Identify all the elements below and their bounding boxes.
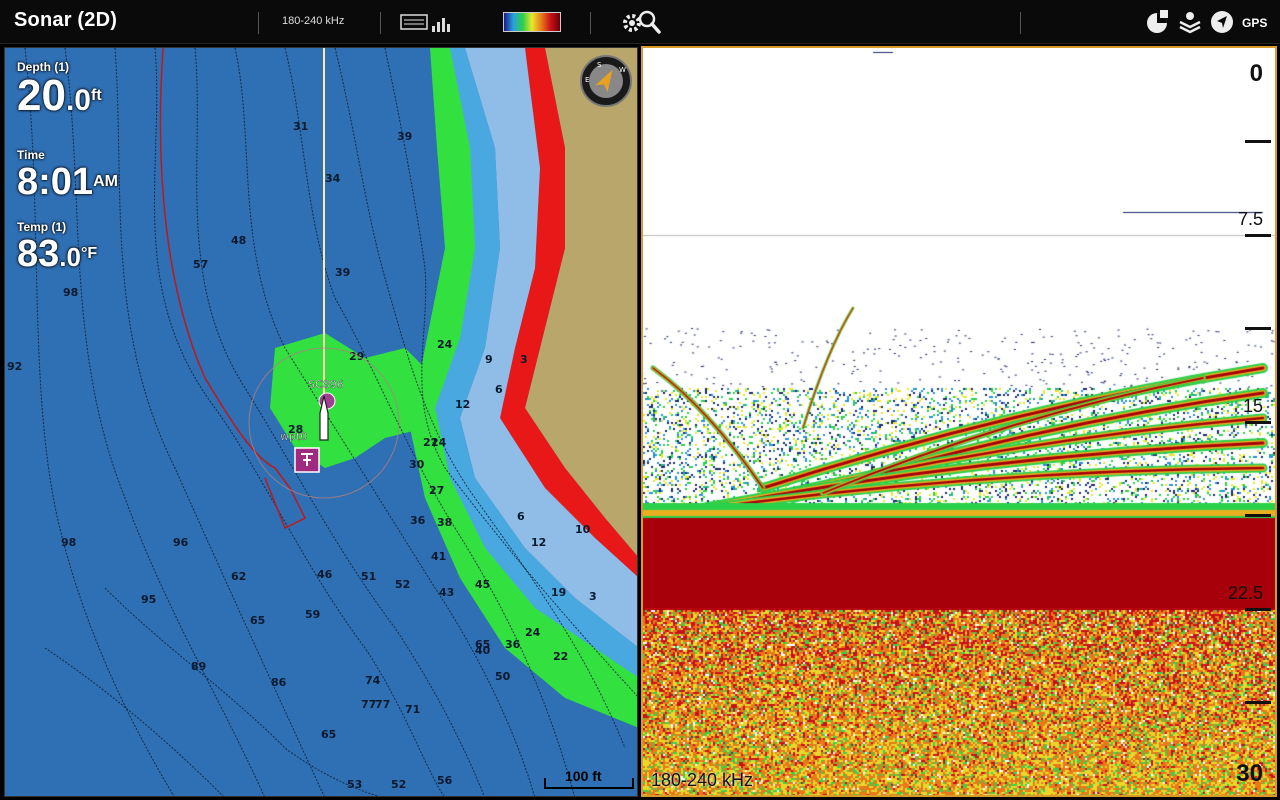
depth-contour-label: 52 — [391, 778, 406, 791]
depth-contour-label: 98 — [63, 286, 78, 299]
depth-scale-22-5: 22.5 — [1227, 583, 1263, 603]
depth-contour-label: 43 — [439, 586, 454, 599]
depth-contour-label: 53 — [347, 778, 362, 791]
scale-label: 100 ft — [565, 768, 602, 784]
depth-scale-30: 30 — [1236, 760, 1263, 787]
top-bar: Sonar (2D) 180-240 kHz GPS — [0, 0, 1280, 44]
depth-contour-label: 31 — [293, 120, 308, 133]
depth-readout: Depth (1) 20.0ft — [17, 60, 102, 123]
depth-contour-label: 39 — [335, 266, 350, 279]
depth-contour-label: 34 — [325, 172, 341, 185]
depth-contour-label: 3 — [520, 353, 528, 366]
depth-contour-label: 71 — [405, 703, 420, 716]
depth-tick — [1245, 421, 1271, 424]
time-value: 8:01AM — [17, 161, 118, 203]
depth-contour-label: 24 — [437, 338, 453, 351]
depth-contour-label: 40 — [475, 644, 491, 657]
depth-tick — [1245, 234, 1271, 237]
depth-contour-label: 24 — [431, 436, 447, 449]
depth-contour-label: 27 — [429, 484, 444, 497]
depth-contour-label: 9 — [485, 353, 493, 366]
depth-contour-label: 12 — [531, 536, 546, 549]
navigation-arrow-icon[interactable] — [1208, 8, 1236, 36]
sonar-2d-pane[interactable]: 0 7.5 15 22.5 30 180-240 kHz — [641, 46, 1277, 797]
sonar-frequency-label: 180-240 kHz — [651, 770, 754, 790]
depth-scale-0: 0 — [1249, 60, 1263, 87]
depth-contour-label: 12 — [455, 398, 470, 411]
waypoint-label: SC896 — [308, 378, 344, 391]
depth-scale-7-5: 7.5 — [1237, 209, 1263, 229]
svg-text:W: W — [619, 66, 626, 74]
depth-contour-label: 86 — [271, 676, 287, 689]
gps-icon[interactable]: GPS — [1242, 8, 1270, 36]
page-title: Sonar (2D) — [14, 9, 118, 31]
divider — [1020, 12, 1021, 34]
pie-chart-icon[interactable] — [1144, 8, 1172, 36]
depth-contour-label: 95 — [141, 593, 156, 606]
depth-contour-label: 30 — [409, 458, 425, 471]
depth-contour-label: 38 — [437, 516, 452, 529]
depth-contour-label: 41 — [431, 550, 446, 563]
depth-contour-label: 96 — [173, 536, 189, 549]
temp-readout: Temp (1) 83.0°F — [17, 220, 97, 277]
depth-contour-label: 29 — [349, 350, 364, 363]
depth-contour-label: 10 — [575, 523, 591, 536]
divider — [590, 12, 591, 34]
color-palette-icon[interactable] — [503, 12, 561, 32]
svg-text:E: E — [585, 76, 589, 84]
sonar-history[interactable] — [643, 48, 1275, 795]
divider — [258, 12, 259, 34]
depth-contour-label: 6 — [517, 510, 525, 523]
depth-contour-label: 56 — [437, 774, 453, 787]
temp-value: 83.0°F — [17, 233, 98, 275]
depth-value: 20.0ft — [17, 71, 102, 120]
divider — [380, 12, 381, 34]
depth-tick — [1245, 514, 1271, 517]
waypoint-label: wpt0 — [280, 430, 307, 443]
time-label: Time — [17, 148, 45, 162]
chart-map-pane[interactable]: 31 39 34 39 48 57 98 92 29 28 24 9 6 3 12 21 27 30 24 36 38 4… — [4, 47, 638, 797]
depth-contour-label: 19 — [551, 586, 566, 599]
depth-contour-label: 39 — [397, 130, 412, 143]
depth-tick — [1245, 140, 1271, 143]
depth-contour-label: 65 — [250, 614, 265, 627]
depth-contour-label: 50 — [495, 670, 511, 683]
temp-label: Temp (1) — [17, 220, 67, 234]
time-readout: Time 8:01AM — [17, 148, 118, 202]
depth-contour-label: 98 — [61, 536, 76, 549]
depth-contour-label: 24 — [525, 626, 541, 639]
settings-search-icon[interactable] — [620, 8, 662, 36]
depth-contour-label: 74 — [365, 674, 381, 687]
depth-contour-label: 36 — [410, 514, 426, 527]
depth-tick — [1245, 701, 1271, 704]
compass-icon[interactable]: S W E — [579, 54, 633, 108]
depth-tick — [1245, 327, 1271, 330]
depth-contour-label: 46 — [317, 568, 333, 581]
depth-contour-label: 3 — [589, 590, 597, 603]
depth-contour-label: 52 — [395, 578, 410, 591]
depth-contour-label: 22 — [553, 650, 568, 663]
depth-contour-label: 51 — [361, 570, 376, 583]
depth-contour-label: 77 — [361, 698, 376, 711]
frequency-label[interactable]: 180-240 kHz — [282, 15, 344, 27]
depth-scale-15: 15 — [1242, 396, 1263, 416]
depth-contour-label: 65 — [321, 728, 336, 741]
depth-contour-label: 77 — [375, 698, 390, 711]
depth-contour-label: 57 — [193, 258, 208, 271]
depth-contour-label: 48 — [231, 234, 246, 247]
depth-contour-label: 92 — [7, 360, 22, 373]
depth-contour-label: 59 — [305, 608, 320, 621]
sonar-mode-icon[interactable] — [400, 12, 450, 34]
depth-contour-label: 89 — [191, 660, 206, 673]
depth-contour-label: 36 — [505, 638, 521, 651]
depth-contour-label: 45 — [475, 578, 490, 591]
depth-contour-label: 6 — [495, 383, 503, 396]
svg-text:S: S — [597, 61, 602, 69]
depth-contour-label: 62 — [231, 570, 246, 583]
layers-icon[interactable] — [1176, 8, 1204, 36]
depth-tick — [1245, 608, 1271, 611]
